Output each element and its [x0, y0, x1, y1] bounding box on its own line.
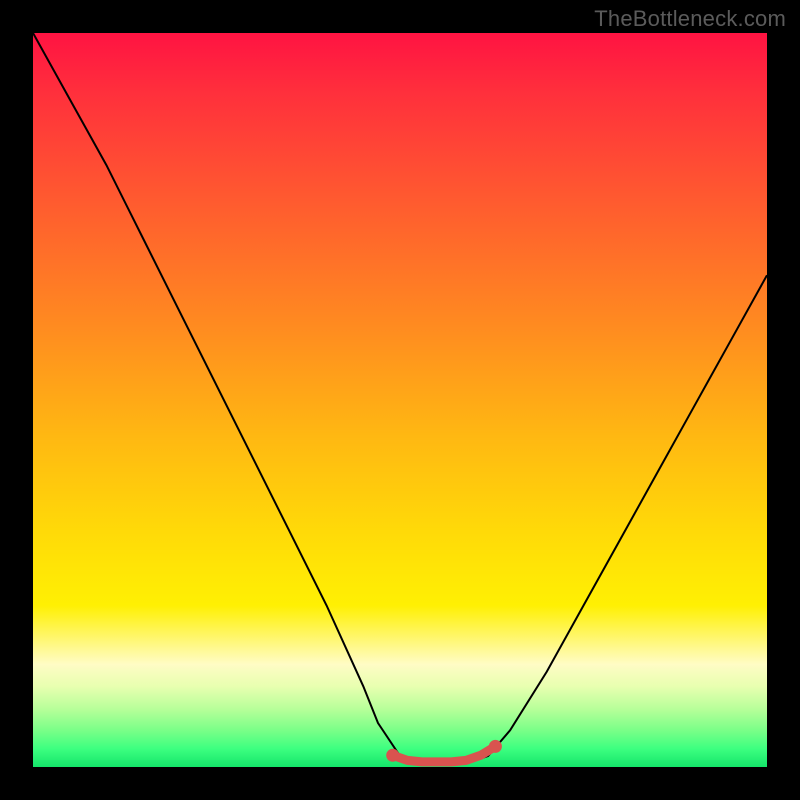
- optimal-range-marker: [386, 740, 502, 762]
- chart-svg: [33, 33, 767, 767]
- plot-area: [33, 33, 767, 767]
- optimal-range-endpoint: [386, 749, 399, 762]
- watermark-text: TheBottleneck.com: [594, 6, 786, 32]
- optimal-range-endpoint: [489, 740, 502, 753]
- optimal-range-line: [393, 746, 496, 762]
- bottleneck-curve-line: [33, 33, 767, 763]
- outer-frame: TheBottleneck.com: [0, 0, 800, 800]
